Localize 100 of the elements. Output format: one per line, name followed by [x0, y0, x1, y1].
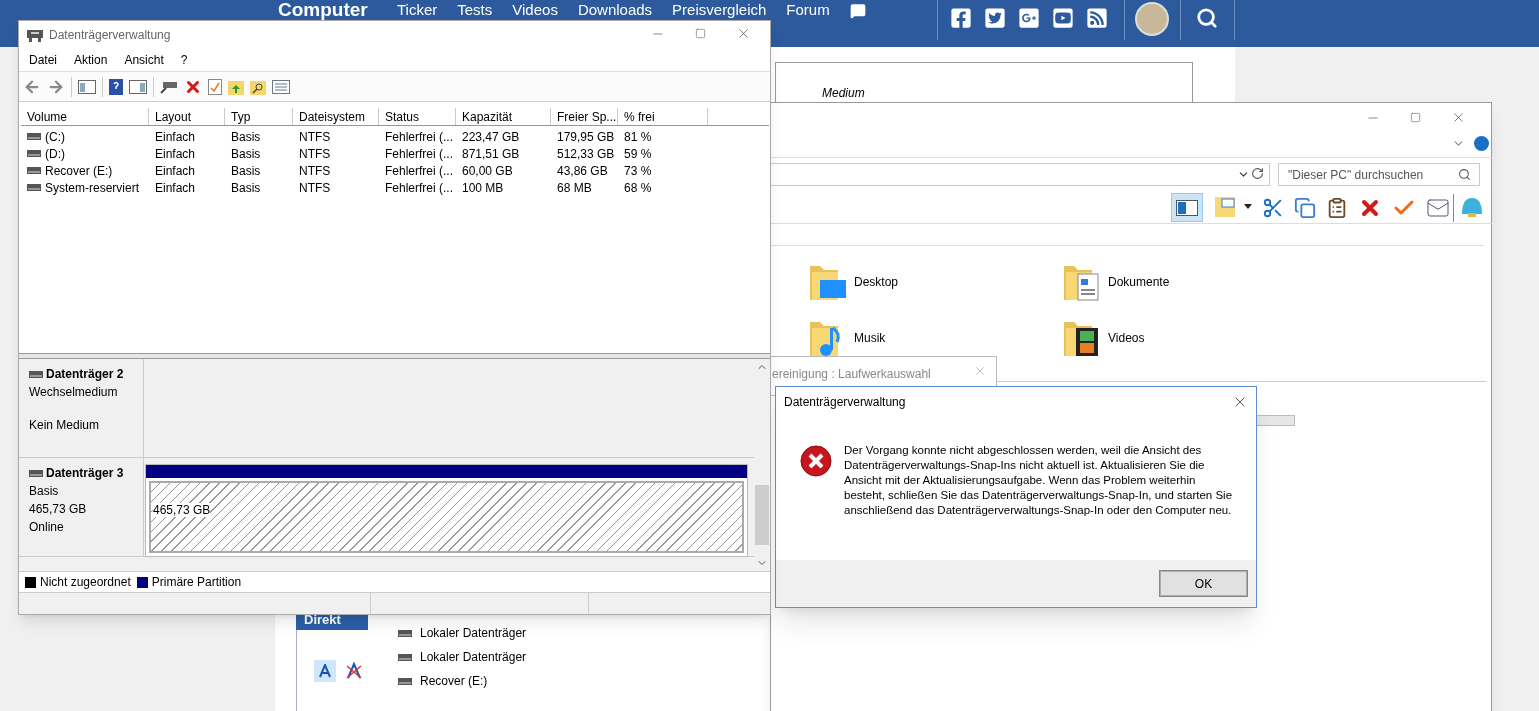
table-cell-text: 43,86 GB [557, 162, 608, 180]
menu-item[interactable]: Datei [29, 51, 57, 69]
search-input[interactable]: "Dieser PC" durchsuchen [1288, 165, 1458, 184]
nav-link[interactable]: Forum [786, 1, 830, 18]
page-text: Medium [822, 86, 865, 100]
table-cell-text: Einfach [155, 128, 196, 146]
list-icon[interactable] [272, 79, 290, 94]
menu-item[interactable]: Aktion [74, 51, 108, 69]
column-header[interactable]: Dateisystem [293, 108, 379, 125]
folder-label[interactable]: Videos [1108, 329, 1145, 347]
search-field[interactable]: "Dieser PC" durchsuchen [1278, 163, 1480, 186]
nav-link[interactable]: Downloads [577, 1, 653, 18]
site-logo[interactable]: Computer [278, 0, 368, 19]
search-icon[interactable] [1196, 7, 1218, 29]
table-cell-text: System-reserviert [45, 179, 139, 197]
caret-icon[interactable] [1244, 204, 1252, 209]
column-header[interactable]: Volume [21, 108, 149, 125]
table-cell-text: 81 % [624, 128, 652, 146]
connect-icon[interactable] [160, 79, 178, 94]
drive-item[interactable]: Recover (E:) [420, 672, 488, 690]
dialog-title: Datenträgerverwaltung [784, 394, 906, 411]
nav-link[interactable]: Ticker [397, 1, 438, 18]
table-cell-text: 68 MB [557, 179, 592, 197]
disk-name[interactable]: Datenträger 2 [46, 365, 124, 383]
table-cell-text: Einfach [155, 162, 196, 180]
scissors-icon[interactable] [1262, 197, 1284, 219]
table-cell-text: 59 % [624, 145, 652, 163]
pane-icon [1176, 199, 1198, 216]
table-cell-text: 871,51 GB [462, 145, 520, 163]
twitter-icon[interactable] [984, 7, 1006, 29]
drive-icon [29, 469, 43, 477]
disk-status: Online [29, 519, 65, 536]
drive-item[interactable]: Lokaler Datenträger [420, 624, 527, 642]
pane-icon[interactable] [129, 79, 147, 94]
copy-icon[interactable] [1294, 197, 1316, 219]
dialog-title: ereinigung : Laufwerkauswahl [772, 366, 931, 383]
chat-icon [850, 3, 866, 19]
table-cell-text: (D:) [45, 145, 65, 163]
column-header[interactable]: Status [379, 108, 456, 125]
nav-link[interactable]: Videos [512, 1, 558, 18]
table-cell-text: Einfach [155, 145, 196, 163]
drive-icon [398, 677, 412, 685]
folder-label[interactable]: Desktop [854, 273, 899, 291]
rss-icon[interactable] [1086, 7, 1108, 29]
table-cell-text: Einfach [155, 179, 196, 197]
column-header[interactable]: Freier Sp... [551, 108, 618, 125]
facebook-icon[interactable] [950, 7, 972, 29]
table-cell-text: Fehlerfrei (... [385, 128, 453, 146]
folder-label[interactable]: Musik [854, 329, 886, 347]
table-cell-text: Fehlerfrei (... [385, 162, 453, 180]
font-remove-icon [345, 662, 363, 680]
drive-icon [27, 133, 41, 140]
table-cell-text: Fehlerfrei (... [385, 179, 453, 197]
refresh-icon[interactable] [1251, 167, 1264, 180]
table-cell-text: NTFS [299, 179, 331, 197]
window-title: Datenträgerverwaltung [49, 27, 171, 44]
column-header[interactable]: Typ [225, 108, 293, 125]
table-cell-text: Recover (E:) [45, 162, 113, 180]
drive-icon [398, 629, 412, 637]
checklist-icon[interactable] [208, 78, 222, 95]
table-cell-text: 512,33 GB [557, 145, 615, 163]
folder-search-icon[interactable] [250, 78, 266, 95]
column-header[interactable]: Kapazität [456, 108, 551, 125]
nav-link[interactable]: Tests [457, 1, 493, 18]
nav-link[interactable]: Preisvergleich [672, 1, 767, 18]
preview-pane-toggle[interactable] [1171, 193, 1203, 222]
folder-label[interactable]: Dokumente [1108, 273, 1170, 291]
table-cell-text: (C:) [45, 128, 65, 146]
table-cell-text: 60,00 GB [462, 162, 513, 180]
disk-type: Basis [29, 483, 60, 500]
search-icon [1458, 168, 1471, 181]
close-icon[interactable] [1451, 110, 1466, 125]
disk-type: Wechselmedium [29, 384, 119, 401]
table-cell-text: Basis [231, 128, 261, 146]
close-icon[interactable] [736, 26, 751, 41]
drive-icon [27, 167, 41, 174]
error-icon [800, 445, 832, 477]
menu-item[interactable]: ? [180, 51, 188, 69]
menu-item[interactable]: Ansicht [124, 51, 164, 69]
disk-name[interactable]: Datenträger 3 [46, 464, 124, 482]
google-plus-icon[interactable] [1018, 7, 1040, 29]
app-icon [27, 28, 43, 42]
drive-icon [27, 150, 41, 157]
folder-properties-icon[interactable] [1214, 196, 1236, 218]
column-header[interactable]: Layout [149, 108, 225, 125]
table-cell-text: 100 MB [462, 179, 504, 197]
table-cell-text: Basis [231, 145, 261, 163]
legend-label: Nicht zugeordnet [40, 574, 131, 591]
video-icon[interactable] [1052, 7, 1074, 29]
console-tree-icon[interactable] [78, 79, 96, 94]
clipboard-icon[interactable] [1326, 197, 1348, 219]
scroll-thumb[interactable] [755, 485, 769, 545]
font-icon [314, 660, 336, 682]
column-header[interactable]: % frei [618, 108, 708, 125]
folder-up-icon[interactable] [228, 78, 244, 95]
envelope-icon[interactable] [1426, 196, 1450, 220]
drive-item[interactable]: Lokaler Datenträger [420, 648, 527, 666]
table-cell-text: NTFS [299, 128, 331, 146]
partition-block[interactable]: 465,73 GB [145, 464, 748, 557]
ok-button[interactable]: OK [1160, 571, 1247, 596]
